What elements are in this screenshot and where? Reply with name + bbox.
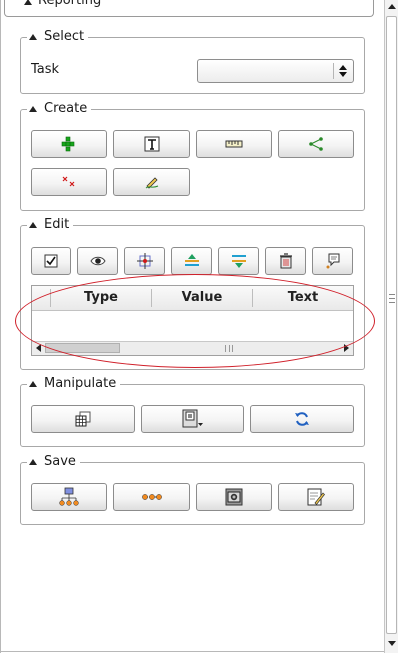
select-all-button[interactable] bbox=[31, 247, 71, 275]
move-up-icon bbox=[184, 254, 199, 266]
scroll-grip-icon bbox=[225, 345, 233, 352]
select-separator bbox=[333, 63, 334, 79]
crosshair-icon bbox=[136, 253, 153, 269]
manipulate-section-header[interactable]: Manipulate bbox=[27, 376, 121, 392]
create-section-title: Create bbox=[44, 101, 88, 116]
collapse-triangle-icon[interactable] bbox=[29, 34, 37, 40]
refresh-icon bbox=[295, 412, 309, 426]
scroll-up-icon[interactable] bbox=[388, 4, 396, 9]
scroll-grip-icon bbox=[389, 294, 395, 303]
horizontal-scrollbar[interactable] bbox=[32, 341, 353, 355]
manipulate-section-title: Manipulate bbox=[44, 376, 117, 391]
select-section-title: Select bbox=[44, 29, 85, 44]
scroll-left-icon[interactable] bbox=[36, 344, 41, 352]
create-text-button[interactable] bbox=[113, 130, 190, 158]
reporting-section[interactable]: Reporting bbox=[4, 0, 374, 17]
camera-icon bbox=[225, 488, 243, 506]
move-down-icon bbox=[231, 255, 246, 268]
column-header-text[interactable]: Text bbox=[253, 286, 353, 310]
red-points-icon bbox=[62, 176, 75, 187]
save-links-button[interactable] bbox=[113, 483, 190, 511]
panel-left-border bbox=[0, 0, 1, 653]
create-share-button[interactable] bbox=[278, 130, 354, 158]
annotate-button[interactable] bbox=[312, 247, 353, 275]
collapse-triangle-icon[interactable] bbox=[29, 459, 37, 465]
vertical-scrollbar[interactable] bbox=[384, 0, 398, 653]
refresh-button[interactable] bbox=[250, 405, 354, 433]
side-panel: Reporting Select Task Create Edit Type V… bbox=[0, 0, 400, 653]
comment-icon bbox=[326, 253, 339, 269]
scroll-down-icon[interactable] bbox=[388, 641, 396, 646]
table-header: Type Value Text bbox=[32, 286, 353, 311]
hierarchy-icon bbox=[59, 487, 79, 506]
create-section-header[interactable]: Create bbox=[27, 101, 92, 117]
share-nodes-icon bbox=[309, 137, 323, 151]
ruler-icon bbox=[225, 140, 243, 148]
collapse-triangle-icon[interactable] bbox=[29, 222, 37, 228]
checkbox-icon bbox=[44, 254, 58, 268]
save-section: Save bbox=[20, 454, 365, 525]
notepad-edit-icon bbox=[307, 488, 325, 506]
snapshot-button[interactable] bbox=[196, 483, 272, 511]
task-label: Task bbox=[31, 62, 60, 77]
edit-section-header[interactable]: Edit bbox=[27, 217, 74, 233]
column-header-value[interactable]: Value bbox=[152, 286, 252, 310]
create-points-button[interactable] bbox=[31, 168, 107, 196]
vertical-scroll-thumb[interactable] bbox=[386, 16, 397, 634]
reporting-title: Reporting bbox=[38, 0, 102, 8]
collapse-triangle-icon[interactable] bbox=[24, 0, 32, 5]
eye-icon bbox=[89, 256, 106, 266]
manipulate-section: Manipulate bbox=[20, 376, 365, 447]
edit-section-title: Edit bbox=[44, 217, 70, 232]
edit-section: Edit Type Value Text bbox=[20, 217, 365, 370]
create-network-button[interactable] bbox=[31, 130, 107, 158]
device-dropdown-button[interactable] bbox=[141, 405, 244, 433]
save-notes-button[interactable] bbox=[278, 483, 354, 511]
move-down-button[interactable] bbox=[218, 247, 259, 275]
attribute-table[interactable]: Type Value Text bbox=[31, 285, 354, 356]
create-draw-button[interactable] bbox=[113, 168, 190, 196]
device-dropdown-icon bbox=[182, 409, 203, 428]
collapse-triangle-icon[interactable] bbox=[29, 381, 37, 387]
create-section: Create bbox=[20, 101, 365, 211]
text-box-icon bbox=[144, 136, 159, 152]
panel-bottom-border bbox=[0, 651, 385, 652]
select-section-header[interactable]: Select bbox=[27, 29, 89, 45]
save-section-title: Save bbox=[44, 454, 76, 469]
grid-layers-button[interactable] bbox=[31, 405, 135, 433]
move-up-button[interactable] bbox=[171, 247, 212, 275]
locate-button[interactable] bbox=[124, 247, 165, 275]
delete-button[interactable] bbox=[265, 247, 306, 275]
save-section-header[interactable]: Save bbox=[27, 454, 80, 470]
trash-icon bbox=[279, 253, 292, 269]
spinner-arrows-icon[interactable] bbox=[337, 63, 349, 79]
green-network-icon bbox=[61, 136, 75, 152]
save-hierarchy-button[interactable] bbox=[31, 483, 107, 511]
create-measure-button[interactable] bbox=[196, 130, 272, 158]
task-select[interactable] bbox=[197, 59, 354, 83]
link-chain-icon bbox=[141, 494, 162, 500]
select-section: Select Task bbox=[20, 29, 365, 94]
horizontal-scroll-thumb[interactable] bbox=[45, 343, 120, 353]
grid-layers-icon bbox=[75, 411, 91, 427]
pencil-draw-icon bbox=[145, 177, 158, 189]
collapse-triangle-icon[interactable] bbox=[29, 106, 37, 112]
scroll-right-icon[interactable] bbox=[344, 344, 349, 352]
toggle-visibility-button[interactable] bbox=[77, 247, 118, 275]
column-header-type[interactable]: Type bbox=[51, 286, 151, 310]
